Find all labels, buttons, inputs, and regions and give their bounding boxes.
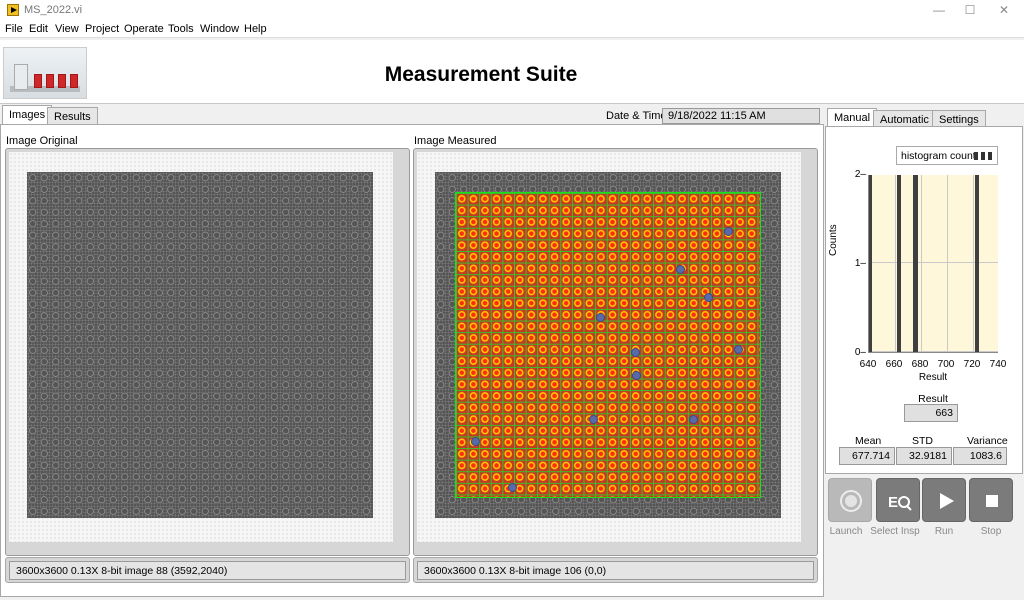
menu-file[interactable]: File xyxy=(5,23,23,35)
legend-bar-swatch-icon xyxy=(974,152,992,160)
inspection-search-icon: E xyxy=(888,494,912,511)
measured-wafer-image xyxy=(435,172,781,518)
datetime-indicator: 9/18/2022 11:15 AM xyxy=(662,108,820,124)
menu-operate[interactable]: Operate xyxy=(124,23,164,35)
window-title-bar xyxy=(0,0,1024,21)
detected-feature xyxy=(596,313,605,322)
detected-feature xyxy=(589,415,598,424)
menu-tools[interactable]: Tools xyxy=(168,23,194,35)
histogram-x-tick-label: 720 xyxy=(963,359,981,370)
histogram-bar xyxy=(869,175,873,352)
image-original-display[interactable] xyxy=(5,148,410,556)
image-measured-status-frame: 3600x3600 0.13X 8-bit image 106 (0,0) xyxy=(413,557,818,583)
launch-button[interactable] xyxy=(828,478,872,522)
detected-feature xyxy=(689,415,698,424)
histogram-x-gridline xyxy=(973,175,974,352)
select-insp-label: Select Insp xyxy=(870,526,920,537)
image-original-status: 3600x3600 0.13X 8-bit image 88 (3592,204… xyxy=(9,561,406,580)
maximize-button[interactable]: ☐ xyxy=(953,0,987,21)
histogram-x-gridline xyxy=(921,175,922,352)
minimize-button[interactable]: — xyxy=(922,0,956,21)
histogram-x-tick-label: 660 xyxy=(885,359,903,370)
stop-label: Stop xyxy=(980,526,1002,537)
run-button[interactable] xyxy=(922,478,966,522)
image-original-label: Image Original xyxy=(6,135,78,147)
std-indicator: 32.9181 xyxy=(896,447,952,465)
variance-label: Variance xyxy=(967,435,1008,447)
window-title: MS_2022.vi xyxy=(24,4,83,16)
menu-project[interactable]: Project xyxy=(85,23,119,35)
menu-view[interactable]: View xyxy=(55,23,79,35)
menu-window[interactable]: Window xyxy=(200,23,239,35)
histogram-bar xyxy=(896,175,901,352)
histogram-y-tick-label: 0– xyxy=(854,347,866,358)
histogram-x-tick-label: 680 xyxy=(911,359,929,370)
detected-feature xyxy=(508,483,517,492)
mean-label: Mean xyxy=(855,435,882,447)
image-measured-display[interactable] xyxy=(413,148,818,556)
detected-feature xyxy=(724,227,733,236)
histogram-y-tick-label: 1– xyxy=(854,258,866,269)
image-measured-status: 3600x3600 0.13X 8-bit image 106 (0,0) xyxy=(417,561,814,580)
launch-icon xyxy=(840,490,862,512)
menu-edit[interactable]: Edit xyxy=(29,23,48,35)
svg-text:E: E xyxy=(888,494,898,511)
detected-feature xyxy=(734,345,743,354)
histogram-bar xyxy=(913,175,918,352)
histogram-x-tick-label: 640 xyxy=(859,359,877,370)
histogram-x-axis-label: Result xyxy=(918,372,948,383)
page-title: Measurement Suite xyxy=(384,63,578,86)
histogram-y-tick-label: 2– xyxy=(854,169,866,180)
histogram-bar xyxy=(974,175,979,352)
detected-feature xyxy=(704,293,713,302)
tab-images[interactable]: Images xyxy=(2,105,53,126)
stop-button[interactable] xyxy=(969,478,1013,522)
histogram-x-gridline xyxy=(947,175,948,352)
variance-indicator: 1083.6 xyxy=(953,447,1007,465)
histogram-legend[interactable]: histogram count xyxy=(896,146,998,165)
stop-icon xyxy=(986,495,998,507)
histogram-x-tick-label: 700 xyxy=(937,359,955,370)
detected-feature xyxy=(676,265,685,274)
menu-bar: File Edit View Project Operate Tools Win… xyxy=(0,21,1024,38)
select-insp-button[interactable]: E xyxy=(876,478,920,522)
menu-help[interactable]: Help xyxy=(244,23,267,35)
play-icon xyxy=(940,493,954,509)
image-original-status-frame: 3600x3600 0.13X 8-bit image 88 (3592,204… xyxy=(5,557,410,583)
histogram-x-gridline xyxy=(895,175,896,352)
measurement-overlay-grid xyxy=(455,192,761,498)
legend-label: histogram count xyxy=(901,150,976,162)
histogram-y-axis-label: Counts xyxy=(828,224,839,256)
launch-label: Launch xyxy=(829,526,863,537)
std-label: STD xyxy=(912,435,933,447)
detected-feature xyxy=(471,437,480,446)
close-button[interactable]: ✕ xyxy=(987,0,1021,21)
histogram-x-tick-label: 740 xyxy=(989,359,1007,370)
result-indicator: 663 xyxy=(904,404,958,422)
original-wafer-image xyxy=(27,172,373,518)
image-measured-label: Image Measured xyxy=(414,135,497,147)
labview-vi-icon xyxy=(7,4,19,16)
detected-feature xyxy=(631,348,640,357)
datetime-label: Date & Time: xyxy=(606,110,670,122)
detected-feature xyxy=(632,371,641,380)
histogram-plot-area[interactable] xyxy=(868,175,998,353)
mean-indicator: 677.714 xyxy=(839,447,895,465)
